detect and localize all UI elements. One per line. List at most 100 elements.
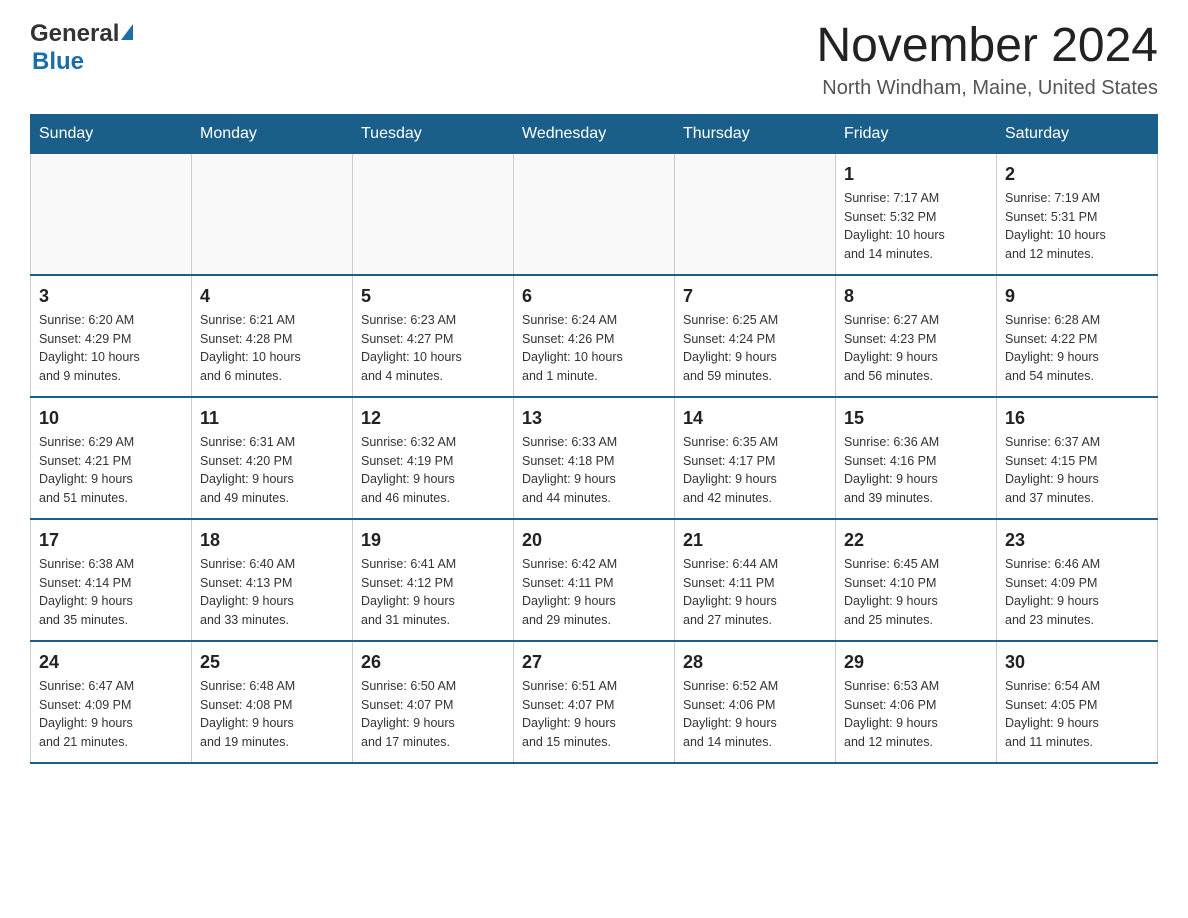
day-number: 7	[683, 286, 827, 307]
day-number: 11	[200, 408, 344, 429]
calendar-cell	[192, 153, 353, 275]
day-number: 28	[683, 652, 827, 673]
calendar-cell: 20 Sunrise: 6:42 AM Sunset: 4:11 PM Dayli…	[514, 519, 675, 641]
day-info: Sunrise: 6:54 AM Sunset: 4:05 PM Dayligh…	[1005, 677, 1149, 752]
day-info: Sunrise: 6:20 AM Sunset: 4:29 PM Dayligh…	[39, 311, 183, 386]
day-number: 23	[1005, 530, 1149, 551]
calendar-cell: 26 Sunrise: 6:50 AM Sunset: 4:07 PM Dayli…	[353, 641, 514, 763]
logo-general-text: General	[30, 20, 119, 48]
day-number: 16	[1005, 408, 1149, 429]
day-info: Sunrise: 6:36 AM Sunset: 4:16 PM Dayligh…	[844, 433, 988, 508]
day-number: 14	[683, 408, 827, 429]
calendar-title: November 2024	[816, 20, 1158, 73]
calendar-cell: 1 Sunrise: 7:17 AM Sunset: 5:32 PM Daylig…	[836, 153, 997, 275]
calendar-cell: 3 Sunrise: 6:20 AM Sunset: 4:29 PM Daylig…	[31, 275, 192, 397]
calendar-cell: 13 Sunrise: 6:33 AM Sunset: 4:18 PM Dayli…	[514, 397, 675, 519]
calendar-cell: 12Sunrise: 6:32 AM Sunset: 4:19 PM Dayli…	[353, 397, 514, 519]
day-number: 5	[361, 286, 505, 307]
day-info: Sunrise: 6:40 AM Sunset: 4:13 PM Dayligh…	[200, 555, 344, 630]
calendar-table: SundayMondayTuesdayWednesdayThursdayFrid…	[30, 114, 1158, 764]
calendar-cell: 30Sunrise: 6:54 AM Sunset: 4:05 PM Dayli…	[997, 641, 1158, 763]
day-info: Sunrise: 6:37 AM Sunset: 4:15 PM Dayligh…	[1005, 433, 1149, 508]
calendar-subtitle: North Windham, Maine, United States	[816, 77, 1158, 100]
day-info: Sunrise: 6:21 AM Sunset: 4:28 PM Dayligh…	[200, 311, 344, 386]
day-number: 24	[39, 652, 183, 673]
day-info: Sunrise: 6:53 AM Sunset: 4:06 PM Dayligh…	[844, 677, 988, 752]
weekday-header-friday: Friday	[836, 114, 997, 153]
calendar-cell: 29 Sunrise: 6:53 AM Sunset: 4:06 PM Dayli…	[836, 641, 997, 763]
day-number: 20	[522, 530, 666, 551]
calendar-cell: 16 Sunrise: 6:37 AM Sunset: 4:15 PM Dayli…	[997, 397, 1158, 519]
calendar-cell	[31, 153, 192, 275]
day-info: Sunrise: 6:48 AM Sunset: 4:08 PM Dayligh…	[200, 677, 344, 752]
calendar-cell: 18 Sunrise: 6:40 AM Sunset: 4:13 PM Dayli…	[192, 519, 353, 641]
day-info: Sunrise: 6:28 AM Sunset: 4:22 PM Dayligh…	[1005, 311, 1149, 386]
day-info: Sunrise: 6:31 AM Sunset: 4:20 PM Dayligh…	[200, 433, 344, 508]
day-number: 18	[200, 530, 344, 551]
calendar-cell: 5Sunrise: 6:23 AM Sunset: 4:27 PM Daylig…	[353, 275, 514, 397]
day-info: Sunrise: 6:52 AM Sunset: 4:06 PM Dayligh…	[683, 677, 827, 752]
logo-arrow-icon	[121, 24, 133, 40]
day-number: 3	[39, 286, 183, 307]
calendar-cell: 19Sunrise: 6:41 AM Sunset: 4:12 PM Dayli…	[353, 519, 514, 641]
day-number: 6	[522, 286, 666, 307]
calendar-cell: 22Sunrise: 6:45 AM Sunset: 4:10 PM Dayli…	[836, 519, 997, 641]
calendar-cell: 28 Sunrise: 6:52 AM Sunset: 4:06 PM Dayli…	[675, 641, 836, 763]
day-number: 26	[361, 652, 505, 673]
calendar-cell: 23Sunrise: 6:46 AM Sunset: 4:09 PM Dayli…	[997, 519, 1158, 641]
day-number: 13	[522, 408, 666, 429]
calendar-cell: 24 Sunrise: 6:47 AM Sunset: 4:09 PM Dayli…	[31, 641, 192, 763]
day-info: Sunrise: 6:38 AM Sunset: 4:14 PM Dayligh…	[39, 555, 183, 630]
day-number: 17	[39, 530, 183, 551]
week-row-4: 17 Sunrise: 6:38 AM Sunset: 4:14 PM Dayli…	[31, 519, 1158, 641]
calendar-cell: 8Sunrise: 6:27 AM Sunset: 4:23 PM Daylig…	[836, 275, 997, 397]
logo: General Blue	[30, 20, 133, 76]
day-info: Sunrise: 6:29 AM Sunset: 4:21 PM Dayligh…	[39, 433, 183, 508]
day-info: Sunrise: 7:19 AM Sunset: 5:31 PM Dayligh…	[1005, 189, 1149, 264]
day-info: Sunrise: 6:51 AM Sunset: 4:07 PM Dayligh…	[522, 677, 666, 752]
weekday-header-sunday: Sunday	[31, 114, 192, 153]
calendar-cell: 10Sunrise: 6:29 AM Sunset: 4:21 PM Dayli…	[31, 397, 192, 519]
day-info: Sunrise: 6:35 AM Sunset: 4:17 PM Dayligh…	[683, 433, 827, 508]
day-number: 12	[361, 408, 505, 429]
day-info: Sunrise: 6:42 AM Sunset: 4:11 PM Dayligh…	[522, 555, 666, 630]
calendar-cell	[675, 153, 836, 275]
calendar-cell: 27Sunrise: 6:51 AM Sunset: 4:07 PM Dayli…	[514, 641, 675, 763]
day-info: Sunrise: 6:27 AM Sunset: 4:23 PM Dayligh…	[844, 311, 988, 386]
week-row-5: 24 Sunrise: 6:47 AM Sunset: 4:09 PM Dayli…	[31, 641, 1158, 763]
calendar-cell: 4 Sunrise: 6:21 AM Sunset: 4:28 PM Daylig…	[192, 275, 353, 397]
day-number: 29	[844, 652, 988, 673]
day-number: 21	[683, 530, 827, 551]
calendar-cell: 14 Sunrise: 6:35 AM Sunset: 4:17 PM Dayli…	[675, 397, 836, 519]
day-info: Sunrise: 7:17 AM Sunset: 5:32 PM Dayligh…	[844, 189, 988, 264]
weekday-header-thursday: Thursday	[675, 114, 836, 153]
day-info: Sunrise: 6:24 AM Sunset: 4:26 PM Dayligh…	[522, 311, 666, 386]
weekday-header-wednesday: Wednesday	[514, 114, 675, 153]
day-number: 4	[200, 286, 344, 307]
calendar-cell: 9 Sunrise: 6:28 AM Sunset: 4:22 PM Daylig…	[997, 275, 1158, 397]
day-info: Sunrise: 6:45 AM Sunset: 4:10 PM Dayligh…	[844, 555, 988, 630]
weekday-header-tuesday: Tuesday	[353, 114, 514, 153]
week-row-1: 1 Sunrise: 7:17 AM Sunset: 5:32 PM Daylig…	[31, 153, 1158, 275]
calendar-cell	[514, 153, 675, 275]
weekday-header-row: SundayMondayTuesdayWednesdayThursdayFrid…	[31, 114, 1158, 153]
calendar-cell: 17 Sunrise: 6:38 AM Sunset: 4:14 PM Dayli…	[31, 519, 192, 641]
week-row-2: 3 Sunrise: 6:20 AM Sunset: 4:29 PM Daylig…	[31, 275, 1158, 397]
day-number: 9	[1005, 286, 1149, 307]
day-info: Sunrise: 6:50 AM Sunset: 4:07 PM Dayligh…	[361, 677, 505, 752]
day-info: Sunrise: 6:25 AM Sunset: 4:24 PM Dayligh…	[683, 311, 827, 386]
day-info: Sunrise: 6:47 AM Sunset: 4:09 PM Dayligh…	[39, 677, 183, 752]
day-number: 15	[844, 408, 988, 429]
day-info: Sunrise: 6:33 AM Sunset: 4:18 PM Dayligh…	[522, 433, 666, 508]
calendar-cell: 25Sunrise: 6:48 AM Sunset: 4:08 PM Dayli…	[192, 641, 353, 763]
calendar-cell	[353, 153, 514, 275]
title-block: November 2024 North Windham, Maine, Unit…	[816, 20, 1158, 100]
weekday-header-saturday: Saturday	[997, 114, 1158, 153]
week-row-3: 10Sunrise: 6:29 AM Sunset: 4:21 PM Dayli…	[31, 397, 1158, 519]
calendar-cell: 7 Sunrise: 6:25 AM Sunset: 4:24 PM Daylig…	[675, 275, 836, 397]
day-info: Sunrise: 6:41 AM Sunset: 4:12 PM Dayligh…	[361, 555, 505, 630]
day-number: 1	[844, 164, 988, 185]
calendar-cell: 2Sunrise: 7:19 AM Sunset: 5:31 PM Daylig…	[997, 153, 1158, 275]
calendar-cell: 6 Sunrise: 6:24 AM Sunset: 4:26 PM Daylig…	[514, 275, 675, 397]
calendar-cell: 11 Sunrise: 6:31 AM Sunset: 4:20 PM Dayli…	[192, 397, 353, 519]
